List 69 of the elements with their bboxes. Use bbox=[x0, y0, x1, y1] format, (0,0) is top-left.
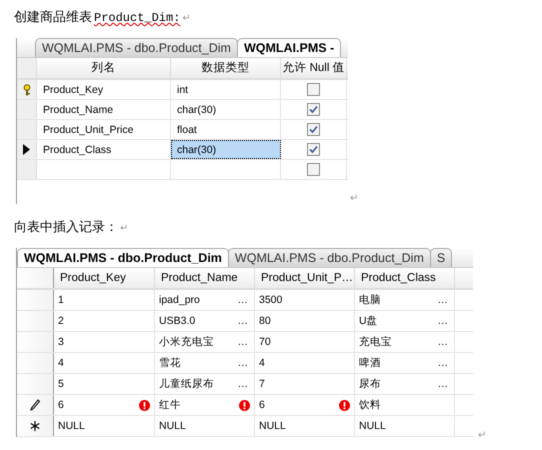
data-type-cell[interactable]: char(30) bbox=[171, 140, 281, 159]
allow-null-checkbox[interactable] bbox=[307, 103, 320, 116]
allow-null-checkbox[interactable] bbox=[307, 83, 320, 96]
table-cell-text: 80 bbox=[259, 315, 272, 327]
heading-text: 向表中插入记录： bbox=[14, 218, 118, 236]
ellipsis-button[interactable]: … bbox=[236, 336, 250, 348]
table-cell-text: 5 bbox=[58, 378, 65, 390]
heading-text: 创建商品维表 bbox=[14, 8, 92, 26]
ellipsis-button[interactable]: … bbox=[436, 315, 450, 327]
table-cell-text: 1 bbox=[58, 294, 65, 306]
table-cell-text: 4 bbox=[58, 357, 65, 369]
table-cell-text: U盘 bbox=[359, 314, 379, 328]
table-cell-text: 儿童纸尿布 bbox=[159, 377, 215, 391]
allow-null-checkbox[interactable] bbox=[307, 123, 320, 136]
table-cell-text: 小米充电宝 bbox=[159, 335, 215, 349]
table-cell-text: 3 bbox=[58, 336, 65, 348]
ellipsis-button[interactable]: … bbox=[436, 378, 450, 390]
table-cell-text: 70 bbox=[259, 336, 272, 348]
table-cell-text: 啤酒 bbox=[359, 356, 382, 370]
ellipsis-button[interactable]: … bbox=[436, 294, 450, 306]
table-cell-text: NULL bbox=[359, 420, 387, 432]
document-tab[interactable]: WQMLAI.PMS - dbo.Product_Dim bbox=[17, 248, 229, 267]
table-cell-text: 6 bbox=[58, 399, 65, 411]
document-tab[interactable]: WQMLAI.PMS - bbox=[236, 38, 342, 57]
column-header[interactable]: Product_Key bbox=[54, 268, 155, 288]
table-cell-text: 2 bbox=[58, 315, 65, 327]
paragraph-mark: ↵ bbox=[350, 193, 358, 204]
table-cell-text: NULL bbox=[259, 420, 287, 432]
ellipsis-button[interactable]: … bbox=[436, 357, 450, 369]
allow-null-checkbox[interactable] bbox=[307, 163, 320, 176]
table-cell-text: ipad_pro bbox=[159, 294, 201, 306]
column-header[interactable]: 允许 Null 值 bbox=[281, 58, 347, 78]
column-name-cell[interactable]: Product_Unit_Price bbox=[37, 120, 171, 139]
ellipsis-button[interactable]: … bbox=[236, 294, 250, 306]
table-cell-text: NULL bbox=[159, 420, 187, 432]
document-tab[interactable]: S bbox=[430, 248, 452, 267]
table-cell-text: 红牛 bbox=[159, 398, 182, 412]
table-cell-text: USB3.0 bbox=[159, 315, 196, 327]
ellipsis-button[interactable]: … bbox=[436, 336, 450, 348]
column-header[interactable]: Product_Name bbox=[155, 268, 255, 288]
column-header[interactable]: 数据类型 bbox=[171, 58, 281, 78]
table-cell-text: 雪花 bbox=[159, 356, 182, 370]
column-name-cell[interactable]: Product_Name bbox=[37, 100, 171, 119]
table-cell-text: NULL bbox=[58, 420, 86, 432]
column-header[interactable]: Product_Unit_P… bbox=[255, 268, 355, 288]
column-header[interactable]: 列名 bbox=[37, 58, 171, 78]
table-cell-text: 6 bbox=[259, 399, 266, 411]
document-tab[interactable]: WQMLAI.PMS - dbo.Product_Dim bbox=[228, 248, 431, 267]
table-cell-text: 3500 bbox=[259, 294, 284, 306]
table-cell-text: 电脑 bbox=[359, 293, 382, 307]
paragraph-mark: ↵ bbox=[120, 223, 128, 234]
table-cell-text: 充电宝 bbox=[359, 335, 393, 349]
ellipsis-button[interactable]: … bbox=[236, 315, 250, 327]
table-cell-text: 饮料 bbox=[359, 398, 382, 412]
ellipsis-button[interactable]: … bbox=[236, 378, 250, 390]
table-cell-text: 4 bbox=[259, 357, 266, 369]
ellipsis-button[interactable]: … bbox=[236, 357, 250, 369]
table-cell-text: 7 bbox=[259, 378, 266, 390]
paragraph-mark: ↵ bbox=[478, 430, 486, 441]
paragraph-mark: ↵ bbox=[182, 13, 191, 24]
data-type-cell[interactable]: char(30) bbox=[171, 100, 281, 119]
document-tab[interactable]: WQMLAI.PMS - dbo.Product_Dim bbox=[35, 38, 238, 57]
column-name-cell[interactable]: Product_Key bbox=[37, 80, 171, 99]
allow-null-checkbox[interactable] bbox=[307, 143, 320, 156]
data-type-cell[interactable]: int bbox=[171, 80, 281, 99]
column-header[interactable]: Product_Class bbox=[355, 268, 455, 288]
table-cell-text: 尿布 bbox=[359, 377, 382, 391]
data-type-cell[interactable]: float bbox=[171, 120, 281, 139]
table-name: Product_Dim: bbox=[94, 11, 180, 25]
